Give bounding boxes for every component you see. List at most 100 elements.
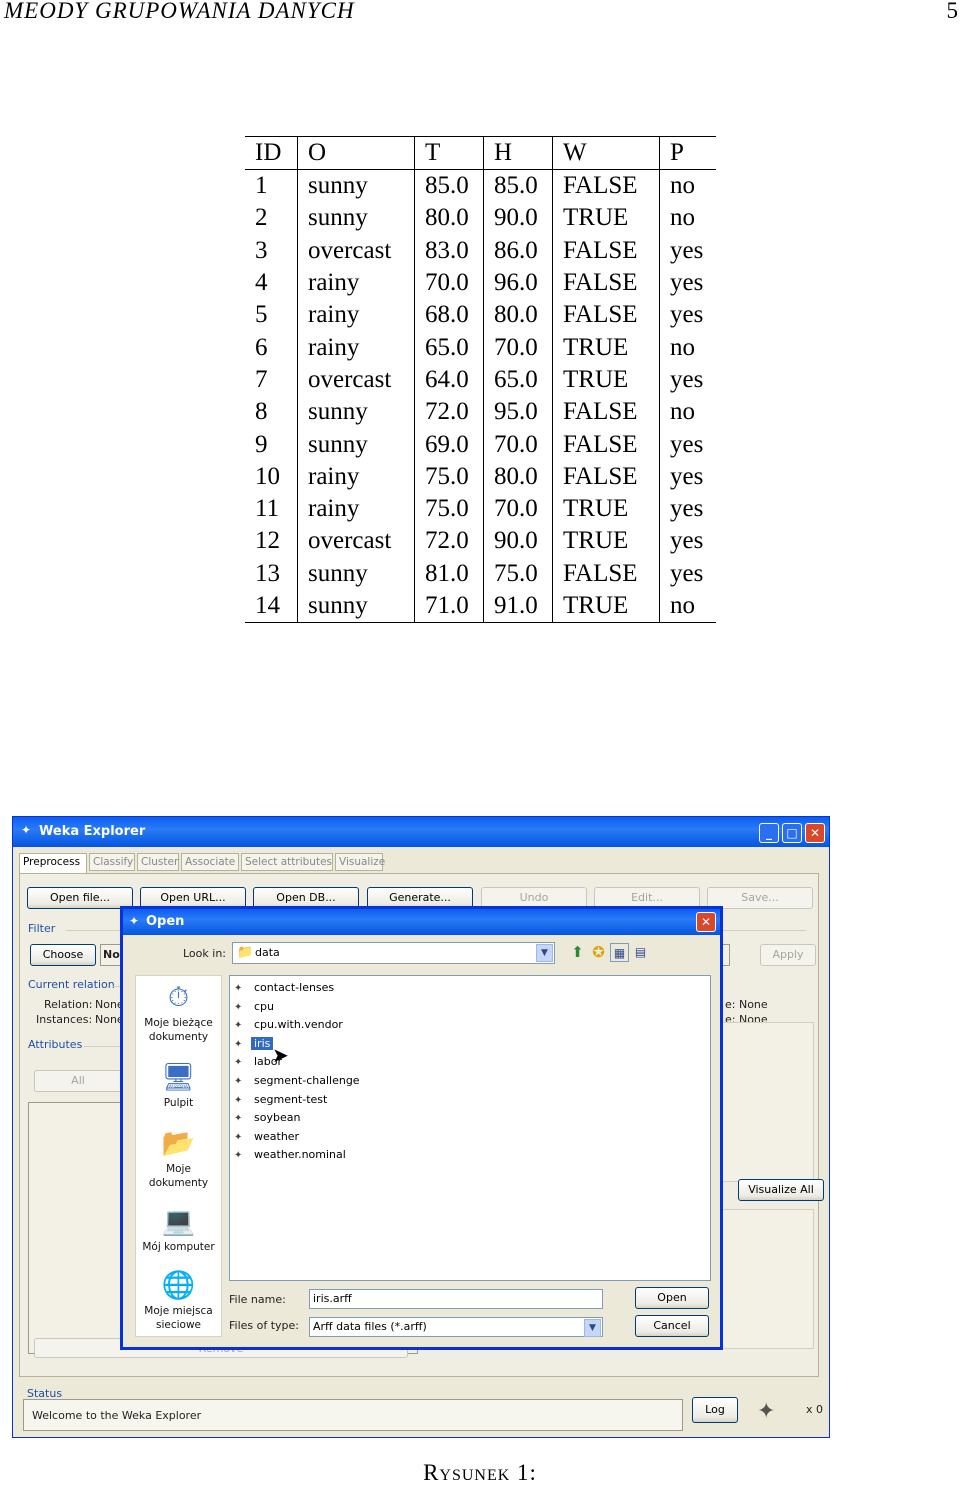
file-name: contact-lenses bbox=[254, 981, 335, 994]
table-cell: 80.0 bbox=[483, 299, 553, 332]
table-cell: rainy bbox=[297, 266, 415, 300]
look-in-select[interactable]: 📁 data ▼ bbox=[232, 942, 555, 964]
status-area: Status Welcome to the Weka Explorer Log … bbox=[19, 1385, 823, 1433]
file-item[interactable]: ✦ segment-challenge bbox=[234, 1072, 363, 1089]
look-in-label: Look in: bbox=[183, 947, 226, 960]
table-row: 14 sunny 71.0 91.0 TRUE no bbox=[245, 589, 716, 623]
table-row: 5 rainy 68.0 80.0 FALSE yes bbox=[245, 299, 716, 332]
file-list[interactable]: ✦ contact-lenses ✦ cpu ✦ cpu.with.vendor ✦ iris… bbox=[229, 975, 711, 1281]
column-header: O bbox=[297, 136, 415, 170]
table-cell: 75.0 bbox=[414, 492, 484, 526]
select-all-button[interactable]: All bbox=[34, 1070, 122, 1092]
table-cell: 90.0 bbox=[483, 525, 553, 558]
file-name: segment-test bbox=[254, 1092, 328, 1106]
tab-visualize[interactable]: Visualize bbox=[335, 853, 385, 871]
status-text: Welcome to the Weka Explorer bbox=[32, 1409, 202, 1422]
table-cell: 64.0 bbox=[414, 363, 484, 397]
file-item[interactable]: ✦ soybean bbox=[234, 1109, 303, 1126]
dialog-titlebar[interactable]: ✦ Open ✕ bbox=[123, 909, 720, 935]
arff-file-icon: ✦ bbox=[234, 1001, 243, 1013]
table-cell: yes bbox=[659, 266, 716, 300]
table-row: 10 rainy 75.0 80.0 FALSE yes bbox=[245, 460, 716, 493]
details-view-icon[interactable]: ▤ bbox=[631, 943, 650, 962]
table-cell: FALSE bbox=[552, 428, 660, 461]
place-my-computer[interactable]: 💻 Mój komputer bbox=[136, 1204, 221, 1254]
table-cell: 80.0 bbox=[483, 460, 553, 493]
caption-label: Rysunek 1: bbox=[423, 1460, 537, 1485]
table-row: 4 rainy 70.0 96.0 FALSE yes bbox=[245, 266, 716, 300]
file-item[interactable]: ✦ contact-lenses bbox=[234, 979, 337, 996]
chevron-down-icon[interactable]: ▼ bbox=[536, 944, 553, 962]
table-cell: rainy bbox=[297, 492, 415, 526]
table-cell: rainy bbox=[297, 460, 415, 493]
tab-select-attributes[interactable]: Select attributes bbox=[241, 853, 333, 871]
window-titlebar[interactable]: ✦ Weka Explorer _ □ ✕ bbox=[13, 817, 829, 847]
table-row: 6 rainy 65.0 70.0 TRUE no bbox=[245, 331, 716, 364]
tab-cluster[interactable]: Cluster bbox=[137, 853, 179, 871]
file-type-label: Files of type: bbox=[229, 1319, 300, 1332]
table-cell: 69.0 bbox=[414, 428, 484, 461]
maximize-button[interactable]: □ bbox=[782, 823, 802, 843]
arff-file-icon: ✦ bbox=[234, 1150, 243, 1162]
arff-file-icon: ✦ bbox=[234, 983, 243, 994]
file-item[interactable]: ✦ cpu.with.vendor bbox=[234, 1016, 346, 1033]
table-cell: TRUE bbox=[552, 492, 660, 526]
cancel-button[interactable]: Cancel bbox=[635, 1315, 709, 1337]
file-name: cpu.with.vendor bbox=[254, 1018, 343, 1032]
file-item[interactable]: ✦ segment-test bbox=[234, 1091, 330, 1108]
current-relation-label: Current relation bbox=[28, 978, 115, 991]
file-item[interactable]: ✦ weather.nominal bbox=[234, 1146, 349, 1163]
instances-label: Instances: bbox=[36, 1013, 93, 1026]
table-cell: 70.0 bbox=[483, 331, 553, 364]
place-label: Moje miejsca sieciowe bbox=[144, 1305, 213, 1331]
arff-file-icon: ✦ bbox=[234, 1038, 243, 1050]
place-network[interactable]: 🌐 Moje miejsca sieciowe bbox=[136, 1268, 221, 1332]
place-my-documents[interactable]: 📂 Moje dokumenty bbox=[136, 1126, 221, 1190]
column-header: P bbox=[659, 136, 716, 170]
file-name-input[interactable]: iris.arff bbox=[309, 1289, 603, 1309]
place-desktop[interactable]: 🖥 Pulpit bbox=[136, 1060, 221, 1110]
log-button[interactable]: Log bbox=[692, 1397, 738, 1423]
my-documents-icon: 📂 bbox=[161, 1128, 196, 1159]
file-item[interactable]: ✦ cpu bbox=[234, 998, 277, 1015]
table-cell: 3 bbox=[255, 236, 268, 264]
new-folder-icon[interactable]: ✪ bbox=[589, 943, 608, 962]
choose-filter-button[interactable]: Choose bbox=[30, 944, 96, 966]
place-recent-documents[interactable]: ⏱ Moje bieżące dokumenty bbox=[136, 980, 221, 1044]
table-row: 1 sunny 85.0 85.0 FALSE no bbox=[245, 169, 716, 203]
weka-status-bird-icon: ✦ bbox=[757, 1399, 776, 1424]
table-cell: 4 bbox=[255, 269, 268, 297]
open-button[interactable]: Open bbox=[635, 1287, 709, 1309]
file-name-label: File name: bbox=[229, 1293, 286, 1306]
table-cell: no bbox=[659, 589, 716, 623]
chevron-down-icon[interactable]: ▼ bbox=[584, 1319, 601, 1337]
tab-classify[interactable]: Classify bbox=[89, 853, 135, 871]
up-folder-icon[interactable]: ⬆ bbox=[568, 943, 587, 962]
arff-file-icon: ✦ bbox=[234, 1131, 243, 1143]
dialog-close-button[interactable]: ✕ bbox=[696, 912, 716, 932]
look-in-value: data bbox=[255, 946, 280, 959]
list-view-icon[interactable]: ▦ bbox=[610, 943, 629, 962]
close-button[interactable]: ✕ bbox=[805, 823, 825, 843]
apply-filter-button[interactable]: Apply bbox=[760, 944, 816, 966]
table-cell: FALSE bbox=[552, 266, 660, 300]
file-item[interactable]: ✦ weather bbox=[234, 1128, 302, 1145]
open-file-button[interactable]: Open file... bbox=[27, 887, 133, 909]
table-cell: 65.0 bbox=[414, 331, 484, 364]
table-cell: no bbox=[659, 396, 716, 429]
table-cell: yes bbox=[659, 363, 716, 397]
file-name: soybean bbox=[254, 1111, 301, 1125]
table-cell: 7 bbox=[255, 365, 268, 393]
minimize-button[interactable]: _ bbox=[759, 823, 779, 843]
file-type-select[interactable]: Arff data files (*.arff) ▼ bbox=[309, 1317, 603, 1337]
table-cell: 72.0 bbox=[414, 396, 484, 429]
tab-associate[interactable]: Associate bbox=[181, 853, 239, 871]
table-cell: TRUE bbox=[552, 525, 660, 558]
table-cell: 72.0 bbox=[414, 525, 484, 558]
file-name: segment-challenge bbox=[254, 1074, 360, 1087]
file-item[interactable]: ✦ iris bbox=[234, 1035, 274, 1052]
table-cell: 13 bbox=[255, 559, 280, 587]
page-number: 5 bbox=[946, 0, 959, 23]
tab-preprocess[interactable]: Preprocess bbox=[19, 853, 87, 874]
visualize-all-button[interactable]: Visualize All bbox=[738, 1179, 824, 1201]
